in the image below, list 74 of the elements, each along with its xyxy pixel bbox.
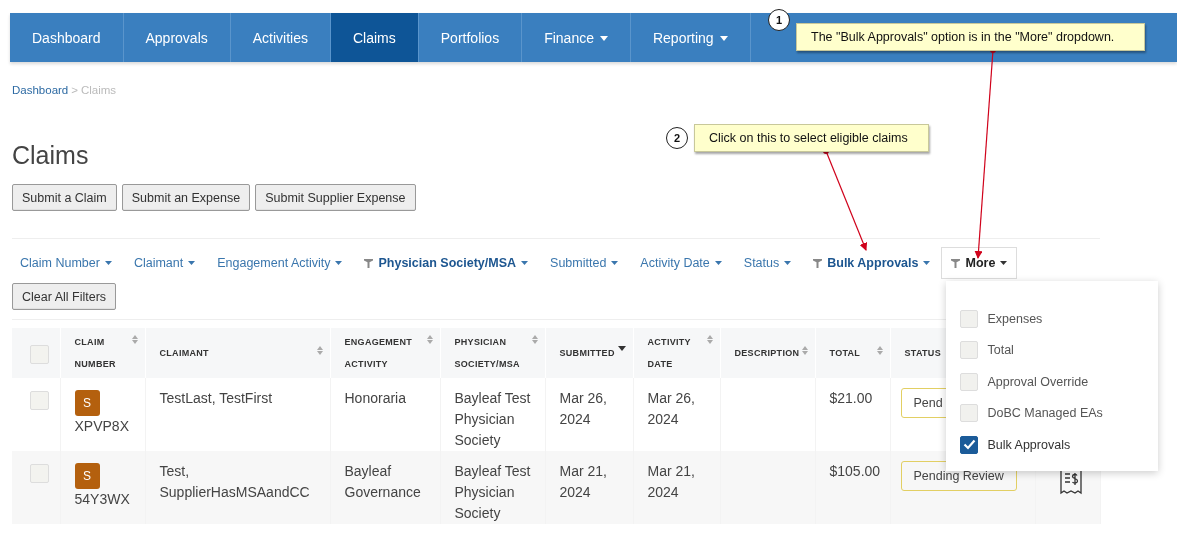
callout-note: Click on this to select eligible claims bbox=[694, 124, 929, 152]
caret-icon bbox=[784, 261, 792, 265]
table-cell: $21.00 bbox=[829, 390, 873, 406]
nav-tab[interactable]: Approvals bbox=[123, 13, 231, 62]
table-cell: Test, SupplierHasMSAandCC bbox=[159, 463, 310, 500]
filter-icon bbox=[951, 258, 961, 268]
menu-option[interactable]: Total bbox=[946, 334, 1159, 366]
sort-icon[interactable] bbox=[801, 346, 808, 355]
filter-icon bbox=[813, 258, 823, 268]
action-button[interactable]: Submit an Expense bbox=[121, 184, 251, 211]
menu-option[interactable]: Expenses bbox=[946, 303, 1159, 335]
filter-dropdown[interactable]: Claimant bbox=[122, 248, 207, 278]
table-cell: TestLast, TestFirst bbox=[159, 390, 273, 406]
claim-number: XPVP8X bbox=[74, 417, 130, 436]
filter-dropdown[interactable]: Bulk Approvals bbox=[802, 248, 942, 278]
filter-dropdown[interactable]: Physician Society/MSA bbox=[353, 248, 540, 278]
filter-dropdown[interactable]: Claim Number bbox=[12, 248, 123, 278]
table-cell: $105.00 bbox=[829, 463, 881, 479]
sort-icon[interactable] bbox=[876, 346, 883, 355]
sort-icon[interactable] bbox=[531, 335, 538, 344]
page-title: Claims bbox=[12, 141, 89, 170]
sort-icon[interactable] bbox=[426, 335, 433, 344]
row-checkbox[interactable] bbox=[30, 391, 49, 410]
sort-icon[interactable] bbox=[131, 335, 138, 344]
column-header[interactable]: CLAIMANT bbox=[159, 342, 209, 364]
table-cell: Bayleaf Test Physician Society bbox=[454, 463, 531, 521]
filter-dropdown[interactable]: Status bbox=[732, 248, 803, 278]
caret-icon bbox=[1000, 261, 1008, 265]
table-cell: Bayleaf Governance bbox=[344, 463, 421, 500]
sort-descending-icon[interactable] bbox=[617, 346, 626, 351]
filter-dropdown[interactable]: Engagement Activity bbox=[206, 248, 354, 278]
table-cell: Bayleaf Test Physician Society bbox=[454, 390, 531, 448]
caret-icon bbox=[719, 35, 728, 41]
table-cell: Mar 21, 2024 bbox=[559, 463, 607, 500]
column-header[interactable]: TOTAL bbox=[829, 342, 861, 364]
caret-icon bbox=[599, 35, 608, 41]
row-checkbox[interactable] bbox=[30, 464, 49, 483]
action-button[interactable]: Submit a Claim bbox=[12, 184, 117, 211]
nav-tab[interactable]: Portfolios bbox=[418, 13, 523, 62]
caret-icon bbox=[714, 261, 722, 265]
clear-filters-button[interactable]: Clear All Filters bbox=[12, 283, 117, 310]
caret-icon bbox=[923, 261, 931, 265]
table-cell: Mar 26, 2024 bbox=[559, 390, 607, 427]
supplier-badge: S bbox=[74, 390, 100, 416]
nav-tab[interactable]: Dashboard bbox=[10, 13, 124, 62]
breadcrumb-link[interactable]: Dashboard bbox=[12, 84, 69, 98]
column-header[interactable]: STATUS bbox=[904, 342, 941, 364]
nav-tab[interactable]: Reporting bbox=[630, 13, 751, 62]
caret-icon bbox=[335, 261, 343, 265]
callout-note: The "Bulk Approvals" option is in the "More" dropdown. bbox=[796, 23, 1146, 51]
claim-number: 54Y3WX bbox=[74, 490, 131, 509]
caret-icon bbox=[611, 261, 619, 265]
table-cell: Honoraria bbox=[344, 390, 406, 406]
table-cell: Mar 21, 2024 bbox=[647, 463, 695, 500]
filter-dropdown[interactable]: Activity Date bbox=[629, 248, 733, 278]
caret-icon bbox=[104, 261, 112, 265]
checkbox[interactable] bbox=[960, 435, 979, 454]
caret-icon bbox=[188, 261, 196, 265]
select-all-checkbox[interactable] bbox=[30, 345, 49, 364]
nav-tab[interactable]: Claims bbox=[331, 13, 419, 62]
action-button[interactable]: Submit Supplier Expense bbox=[255, 184, 416, 211]
sort-icon[interactable] bbox=[316, 346, 323, 355]
step-number: 1 bbox=[768, 9, 790, 31]
supplier-badge: S bbox=[74, 463, 100, 489]
step-number: 2 bbox=[666, 127, 688, 149]
menu-option[interactable]: Bulk Approvals bbox=[946, 429, 1159, 461]
sort-icon[interactable] bbox=[706, 335, 713, 344]
table-cell: Mar 26, 2024 bbox=[647, 390, 695, 427]
breadcrumb-separator: > bbox=[71, 84, 78, 98]
filter-icon bbox=[364, 258, 374, 268]
filter-dropdown[interactable]: More bbox=[941, 247, 1018, 279]
nav-tab[interactable]: Finance bbox=[522, 13, 631, 62]
caret-icon bbox=[521, 261, 529, 265]
filter-dropdown[interactable]: Submitted bbox=[539, 248, 630, 278]
